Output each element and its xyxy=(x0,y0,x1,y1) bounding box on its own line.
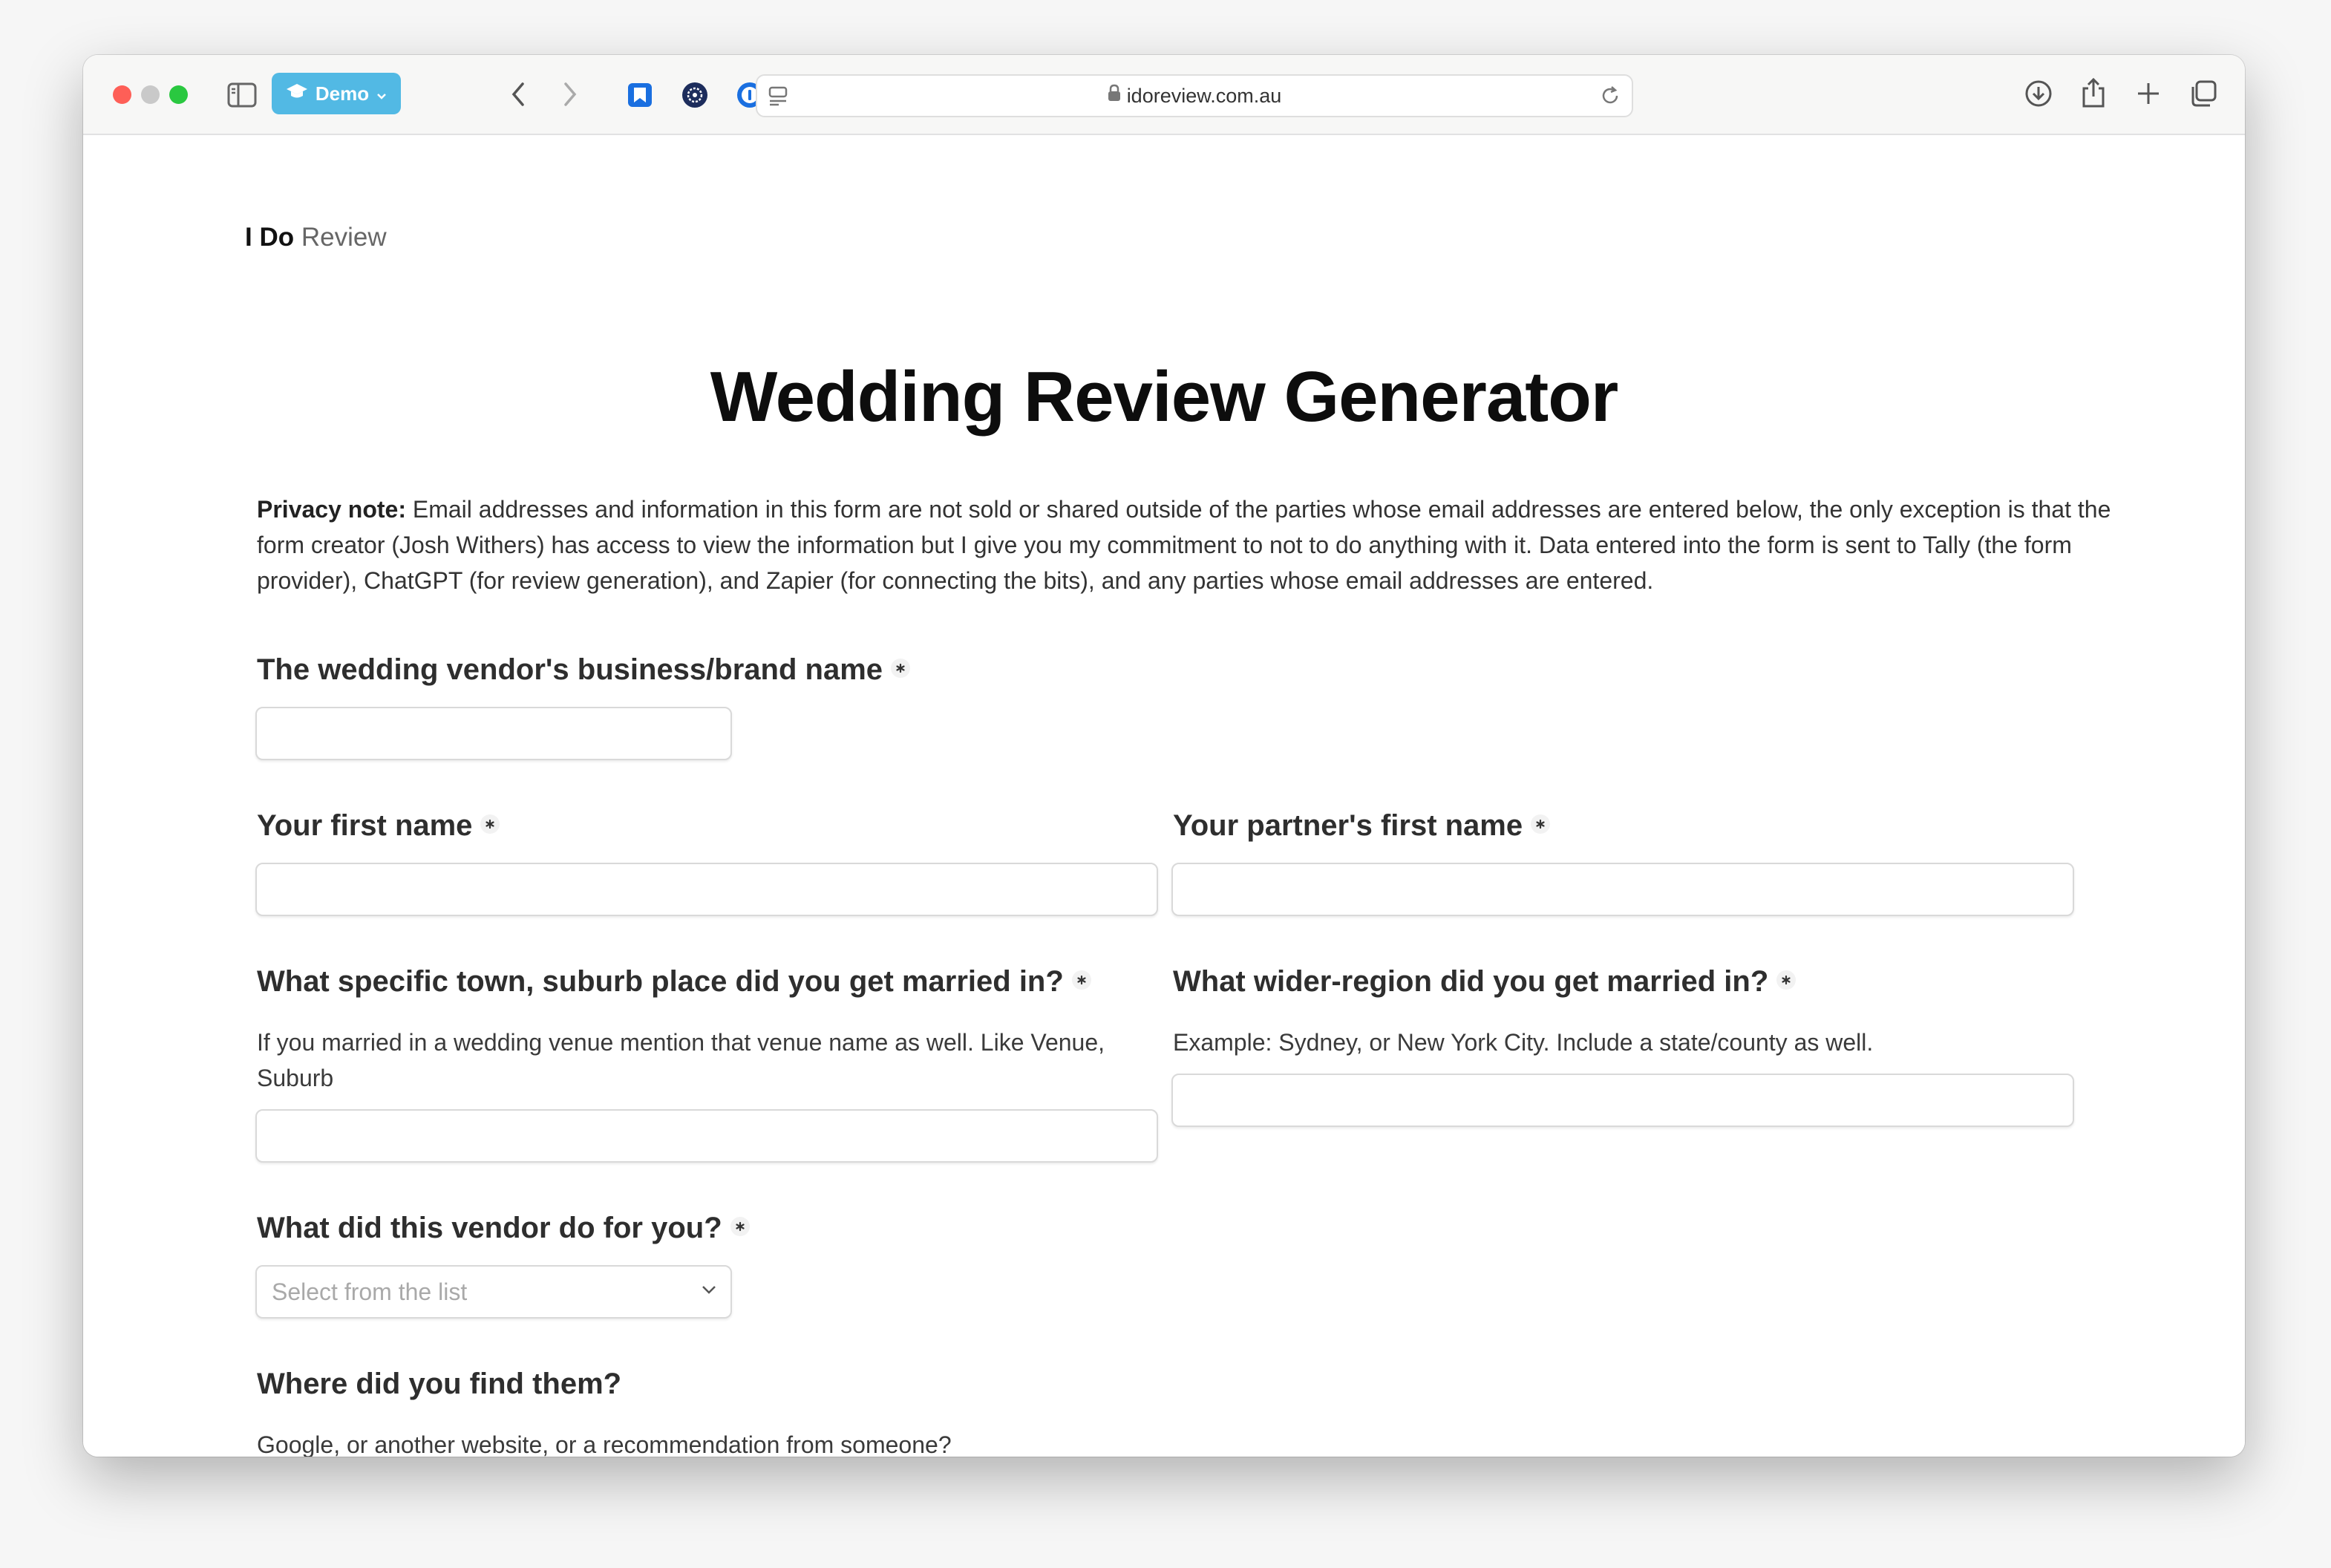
back-arrow-icon[interactable] xyxy=(503,79,533,110)
site-logo[interactable]: I Do Review xyxy=(245,223,387,252)
region-question: What wider-region did you get married in… xyxy=(1173,965,1797,999)
chevron-down-icon xyxy=(701,1284,717,1298)
browser-toolbar: Demo idoreview.com.au xyxy=(83,55,2245,135)
minimize-window-button[interactable] xyxy=(141,85,160,104)
partner-name-input[interactable] xyxy=(1171,863,2074,916)
required-asterisk-icon xyxy=(1776,970,1797,990)
required-asterisk-icon xyxy=(480,814,500,834)
vendor-name-input[interactable] xyxy=(255,707,732,760)
privacy-label: Privacy note: xyxy=(257,496,406,523)
town-input[interactable] xyxy=(255,1109,1158,1163)
brand-bold: I Do xyxy=(245,223,295,252)
profile-label: Demo xyxy=(315,82,370,105)
download-icon[interactable] xyxy=(2022,77,2055,110)
service-select[interactable]: Select from the list xyxy=(255,1265,732,1319)
privacy-text: Email addresses and information in this … xyxy=(257,496,2111,594)
required-asterisk-icon xyxy=(1531,814,1551,834)
page-title: Wedding Review Generator xyxy=(710,357,1619,437)
browser-window: Demo idoreview.com.au I Do Review Weddin… xyxy=(83,55,2245,1457)
required-asterisk-icon xyxy=(730,1217,750,1237)
bookmark-extension-icon[interactable] xyxy=(625,80,655,110)
town-label: What specific town, suburb place did you… xyxy=(257,965,1064,998)
vendor-name-question: The wedding vendor's business/brand name xyxy=(257,653,911,687)
found-help-text: Google, or another website, or a recomme… xyxy=(257,1431,952,1457)
graduation-cap-icon xyxy=(286,82,308,105)
new-tab-icon[interactable] xyxy=(2132,77,2165,110)
region-label: What wider-region did you get married in… xyxy=(1173,965,1769,998)
tab-overview-icon[interactable] xyxy=(2187,77,2220,110)
town-question: What specific town, suburb place did you… xyxy=(257,965,1092,999)
required-asterisk-icon xyxy=(1071,970,1091,990)
found-question: Where did you find them? xyxy=(257,1368,622,1400)
service-question: What did this vendor do for you? xyxy=(257,1212,751,1245)
first-name-label: Your first name xyxy=(257,809,473,842)
url-text: idoreview.com.au xyxy=(1126,85,1282,107)
zoom-window-button[interactable] xyxy=(169,85,188,104)
page-content: I Do Review Wedding Review Generator Pri… xyxy=(83,135,2245,1457)
chevron-down-icon xyxy=(376,82,387,105)
lock-icon xyxy=(1108,75,1121,115)
first-name-question: Your first name xyxy=(257,809,500,843)
region-input[interactable] xyxy=(1171,1074,2074,1127)
address-bar[interactable]: idoreview.com.au xyxy=(756,74,1633,117)
vendor-name-label: The wedding vendor's business/brand name xyxy=(257,653,883,686)
partner-name-question: Your partner's first name xyxy=(1173,809,1551,843)
sidebar-toggle-icon[interactable] xyxy=(226,80,258,110)
reload-icon[interactable] xyxy=(1599,85,1621,111)
profile-button[interactable]: Demo xyxy=(272,73,401,114)
service-placeholder: Select from the list xyxy=(272,1278,468,1305)
partner-name-label: Your partner's first name xyxy=(1173,809,1523,842)
first-name-input[interactable] xyxy=(255,863,1158,916)
privacy-extension-icon[interactable] xyxy=(680,80,710,110)
service-label: What did this vendor do for you? xyxy=(257,1212,722,1244)
town-help-text: If you married in a wedding venue mentio… xyxy=(257,1029,1105,1091)
brand-light: Review xyxy=(301,223,387,252)
url-display: idoreview.com.au xyxy=(757,76,1632,116)
close-window-button[interactable] xyxy=(113,85,131,104)
required-asterisk-icon xyxy=(891,659,911,679)
share-icon[interactable] xyxy=(2077,74,2110,111)
forward-arrow-icon[interactable] xyxy=(555,79,585,110)
privacy-note: Privacy note: Email addresses and inform… xyxy=(257,491,2157,598)
region-help-text: Example: Sydney, or New York City. Inclu… xyxy=(1173,1029,1874,1056)
